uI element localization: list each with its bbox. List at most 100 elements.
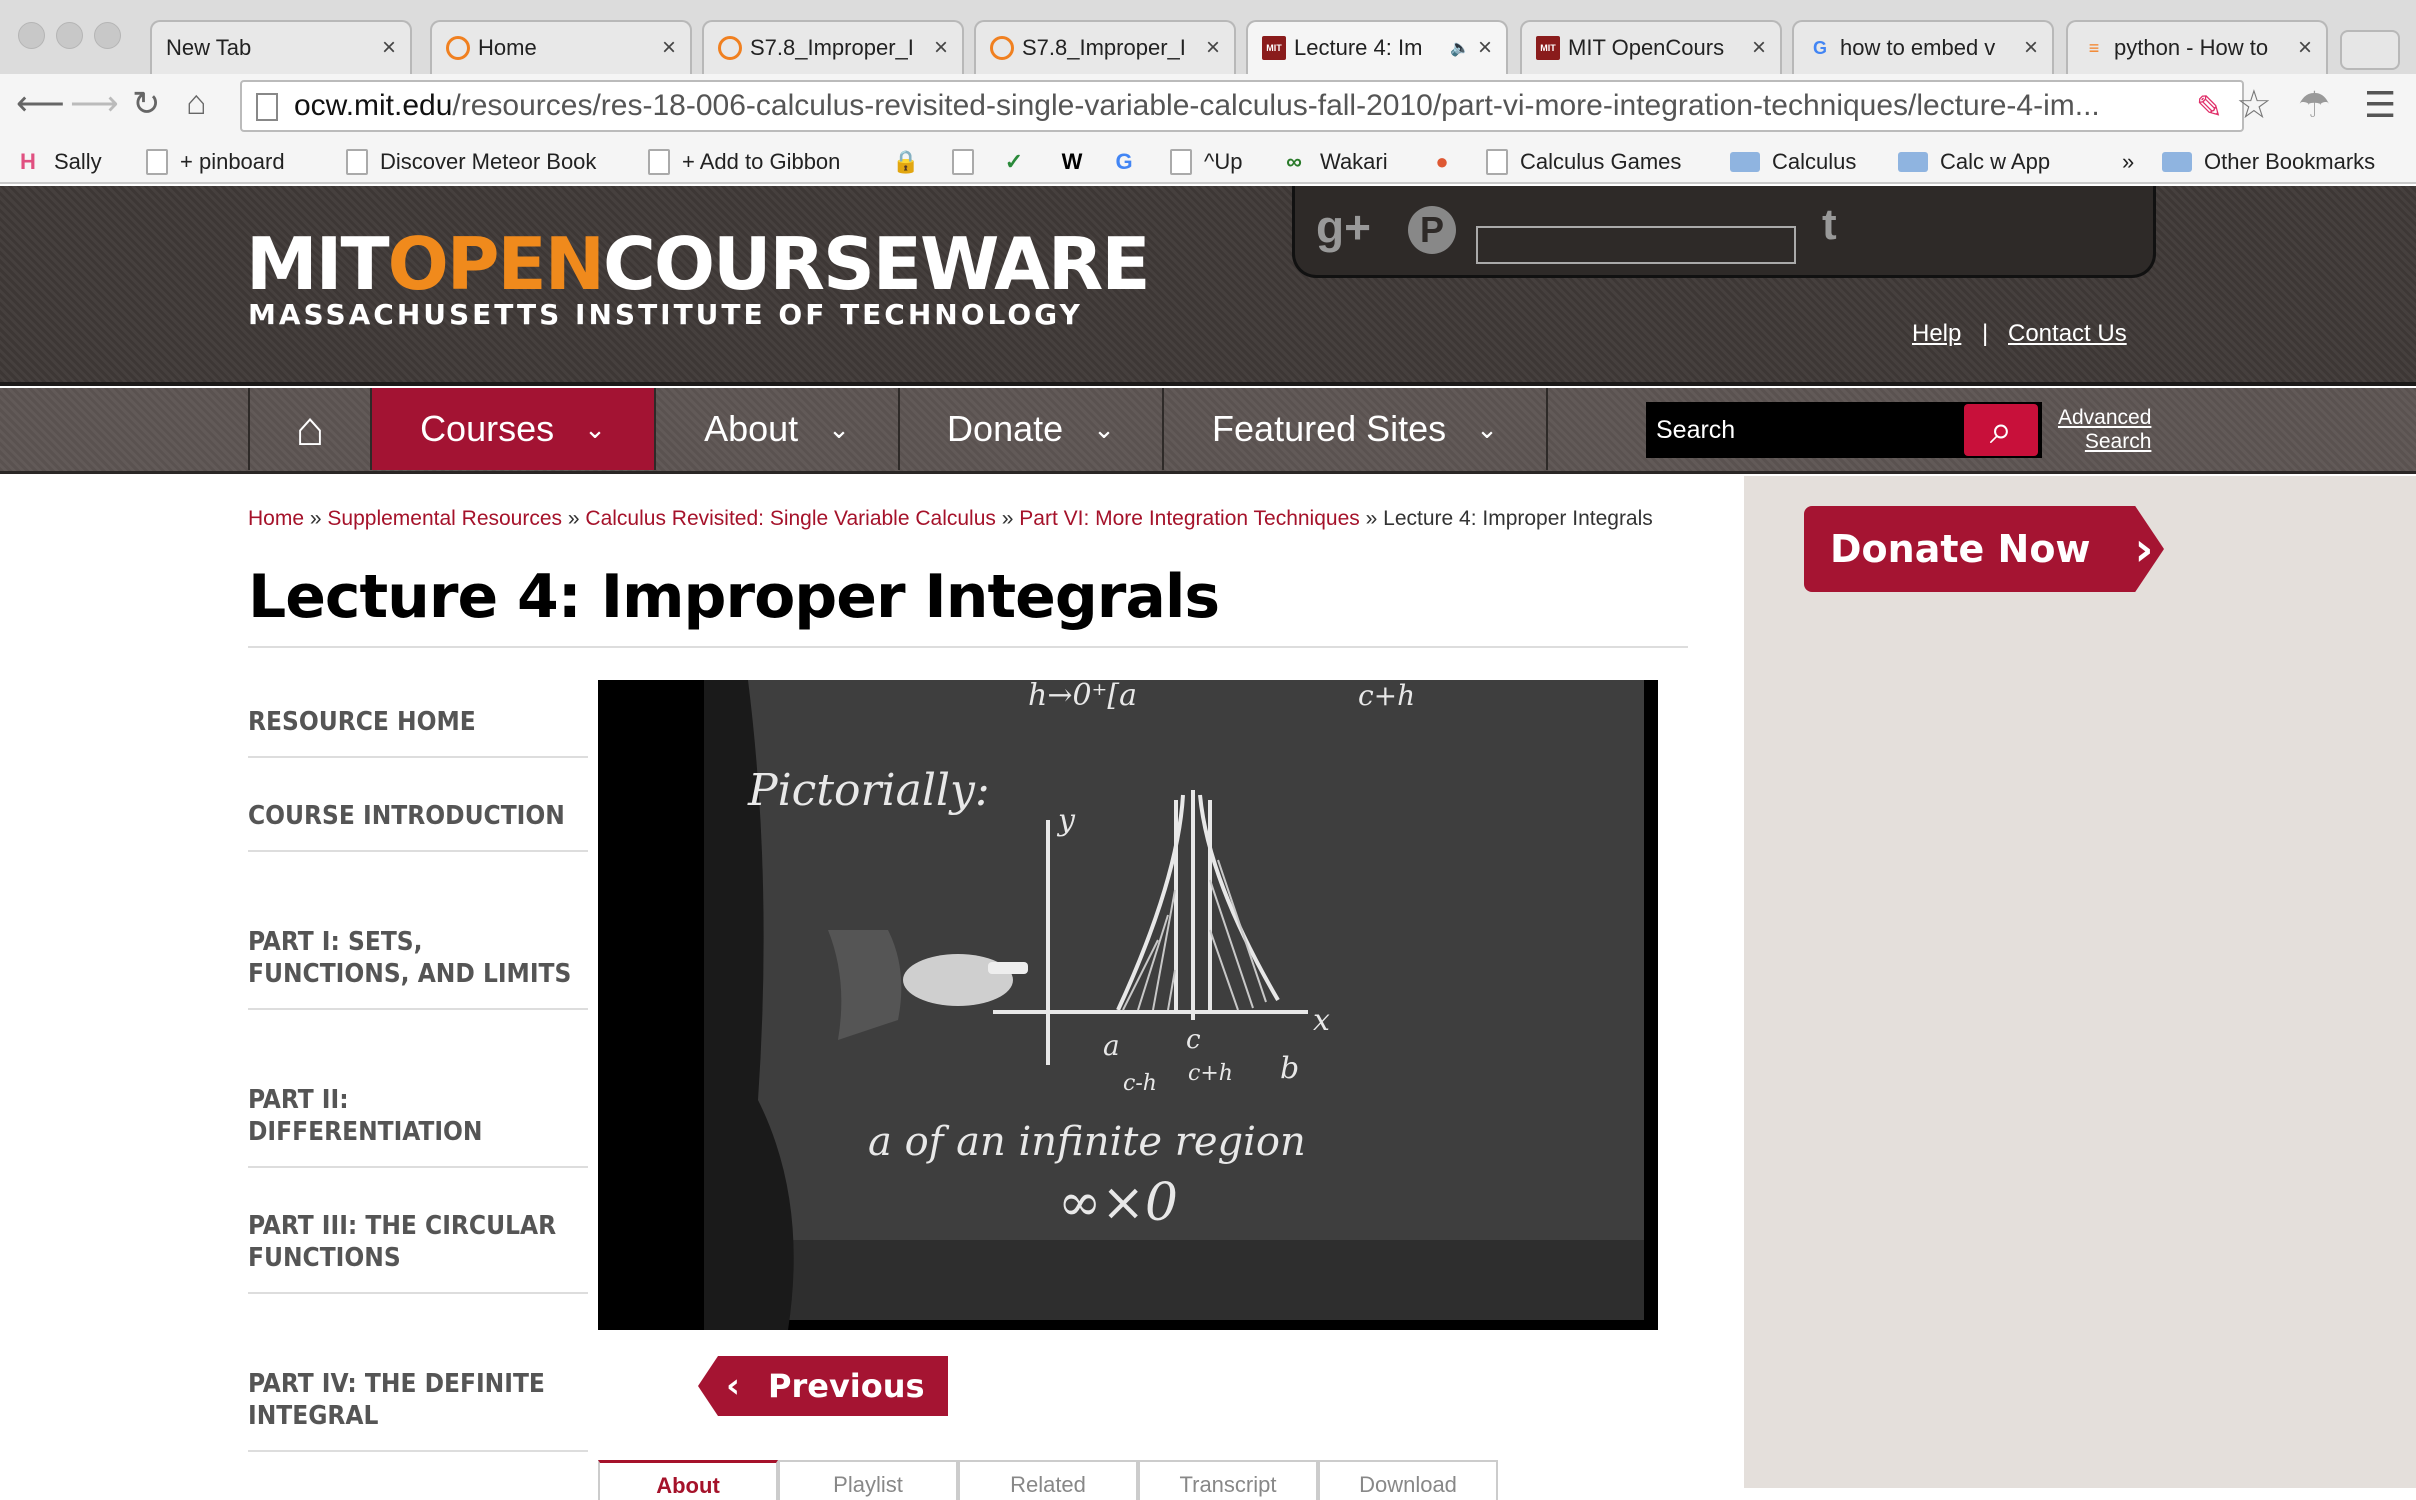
sidebar-item-course-introduction[interactable]: COURSE INTRODUCTION <box>248 800 588 852</box>
browser-tab[interactable]: S7.8_Improper_I × <box>974 20 1236 74</box>
home-icon[interactable]: ⌂ <box>186 84 207 123</box>
pinterest-icon[interactable]: P <box>1408 206 1456 254</box>
nav-courses[interactable]: Courses ⌄ <box>370 388 654 470</box>
browser-tab[interactable]: ≡ python - How to × <box>2066 20 2328 74</box>
breadcrumb-home[interactable]: Home <box>248 507 304 530</box>
forward-icon[interactable]: ⟶ <box>70 84 119 124</box>
chevron-down-icon: ⌄ <box>1476 413 1498 444</box>
bookmark-label: Calculus <box>1772 149 1857 174</box>
previous-button[interactable]: ‹ Previous <box>698 1356 948 1416</box>
extension-pin-icon[interactable]: ✎ <box>2196 88 2223 126</box>
sidebar-item-part-1[interactable]: PART I: SETS, FUNCTIONS, AND LIMITS <box>248 926 588 1010</box>
nav-about[interactable]: About ⌄ <box>654 388 898 470</box>
advanced-search-link[interactable]: Advanced Search <box>2058 406 2151 454</box>
bookmark-item[interactable]: ^Up <box>1170 146 1242 178</box>
home-nav-icon[interactable]: ⌂ <box>248 388 370 470</box>
donate-now-button[interactable]: Donate Now › <box>1804 506 2164 592</box>
breadcrumb-course[interactable]: Calculus Revisited: Single Variable Calc… <box>585 507 995 530</box>
breadcrumb-current: Lecture 4: Improper Integrals <box>1383 507 1653 530</box>
sidebar-item-part-4[interactable]: PART IV: THE DEFINITE INTEGRAL <box>248 1368 588 1452</box>
close-tab-icon[interactable]: × <box>934 34 948 62</box>
menu-icon[interactable]: ☰ <box>2364 84 2396 126</box>
browser-tab[interactable]: S7.8_Improper_I × <box>702 20 964 74</box>
bookmark-item[interactable]: Discover Meteor Book <box>346 146 596 178</box>
board-label-ch-minus: c-h <box>1123 1071 1157 1096</box>
url-path: /resources/res-18-006-calculus-revisited… <box>452 89 2100 122</box>
page-icon <box>346 149 368 175</box>
sidebar-item-part-3[interactable]: PART III: THE CIRCULAR FUNCTIONS <box>248 1210 588 1294</box>
bookmark-item[interactable]: G <box>1110 146 1150 178</box>
bookmark-label: + pinboard <box>180 149 285 174</box>
nav-featured-sites[interactable]: Featured Sites ⌄ <box>1162 388 1548 470</box>
close-tab-icon[interactable]: × <box>1206 34 1220 62</box>
bookmark-item[interactable]: + Add to Gibbon <box>648 146 840 178</box>
tab-title: how to embed v <box>1840 35 1996 60</box>
bookmark-item[interactable]: ∞ Wakari <box>1280 146 1387 178</box>
browser-tab[interactable]: New Tab × <box>150 20 412 74</box>
search-icon[interactable]: ⌕ <box>1964 404 2038 456</box>
close-tab-icon[interactable]: × <box>1478 34 1492 62</box>
bookmark-item[interactable]: Calc w App <box>1898 146 2050 178</box>
audio-icon[interactable]: 🔈 <box>1450 38 1470 58</box>
window-minimize-button[interactable] <box>56 22 83 49</box>
google-plus-icon[interactable]: g+ <box>1316 200 1371 254</box>
bookmark-item[interactable]: H Sally <box>14 146 102 178</box>
bookmark-item[interactable]: + pinboard <box>146 146 285 178</box>
contact-us-link[interactable]: Contact Us <box>2008 320 2127 348</box>
donate-now-label: Donate Now <box>1830 527 2091 571</box>
bookmark-label: Sally <box>54 149 102 174</box>
bookmark-item[interactable]: 🔒 <box>892 146 932 178</box>
sidebar-item-part-2[interactable]: PART II: DIFFERENTIATION <box>248 1084 588 1168</box>
folder-icon <box>1730 152 1760 172</box>
page-icon <box>1170 149 1192 175</box>
breadcrumb-part[interactable]: Part VI: More Integration Techniques <box>1019 507 1359 530</box>
google-icon: G <box>1812 37 1827 58</box>
bookmark-item[interactable]: Other Bookmarks <box>2162 146 2375 178</box>
browser-tab[interactable]: MIT MIT OpenCours × <box>1520 20 1782 74</box>
window-close-button[interactable] <box>18 22 45 49</box>
tab-title: S7.8_Improper_I <box>750 35 914 60</box>
mit-ocw-icon: MIT <box>1536 36 1560 60</box>
tab-playlist[interactable]: Playlist <box>778 1460 958 1500</box>
reload-icon[interactable]: ↻ <box>132 84 161 124</box>
browser-tab[interactable]: MIT Lecture 4: Im 🔈 × <box>1246 20 1508 74</box>
tab-about[interactable]: About <box>598 1460 778 1500</box>
browser-tab[interactable]: Home × <box>430 20 692 74</box>
tab-title: Lecture 4: Im <box>1294 35 1423 60</box>
new-tab-button[interactable] <box>2340 30 2400 70</box>
twitter-icon[interactable]: t <box>1822 200 1837 250</box>
bookmark-item[interactable]: Calculus <box>1730 146 1856 178</box>
chevron-right-icon: › <box>2134 522 2154 576</box>
nav-donate[interactable]: Donate ⌄ <box>898 388 1162 470</box>
tab-transcript[interactable]: Transcript <box>1138 1460 1318 1500</box>
folder-icon <box>1898 152 1928 172</box>
close-tab-icon[interactable]: × <box>382 34 396 62</box>
bookmark-item[interactable]: Calculus Games <box>1486 146 1681 178</box>
bookmark-item[interactable]: ● <box>1428 146 1468 178</box>
window-zoom-button[interactable] <box>94 22 121 49</box>
bookmark-star-icon[interactable]: ☆ <box>2236 82 2272 128</box>
tab-download[interactable]: Download <box>1318 1460 1498 1500</box>
close-tab-icon[interactable]: × <box>2298 34 2312 62</box>
bookmark-item[interactable]: W <box>1058 146 1098 178</box>
bookmarks-overflow-chevron[interactable]: » <box>2122 146 2134 178</box>
bookmark-label: Calculus Games <box>1520 149 1682 174</box>
back-icon[interactable]: ⟵ <box>16 84 65 124</box>
lock-icon: 🔒 <box>892 149 920 174</box>
close-tab-icon[interactable]: × <box>662 34 676 62</box>
sidebar-item-resource-home[interactable]: RESOURCE HOME <box>248 706 588 758</box>
tab-related[interactable]: Related <box>958 1460 1138 1500</box>
address-bar[interactable]: ocw.mit.edu/resources/res-18-006-calculu… <box>240 80 2244 132</box>
page-icon <box>952 149 974 175</box>
video-player[interactable]: Pictorially: y x a c b c-h c+h a of an i… <box>598 680 1658 1330</box>
close-tab-icon[interactable]: × <box>1752 34 1766 62</box>
bookmark-item[interactable]: ✓ <box>1000 146 1040 178</box>
breadcrumb-supplemental[interactable]: Supplemental Resources <box>327 507 562 530</box>
umbrella-icon[interactable]: ☂ <box>2298 84 2330 126</box>
help-link[interactable]: Help <box>1912 320 1961 348</box>
bookmark-item[interactable] <box>952 146 986 178</box>
close-tab-icon[interactable]: × <box>2024 34 2038 62</box>
leaf-icon: ✓ <box>1004 149 1024 174</box>
site-logo[interactable]: MITOPENCOURSEWARE <box>246 228 1151 300</box>
browser-tab[interactable]: Ghow to embed v × <box>1792 20 2054 74</box>
